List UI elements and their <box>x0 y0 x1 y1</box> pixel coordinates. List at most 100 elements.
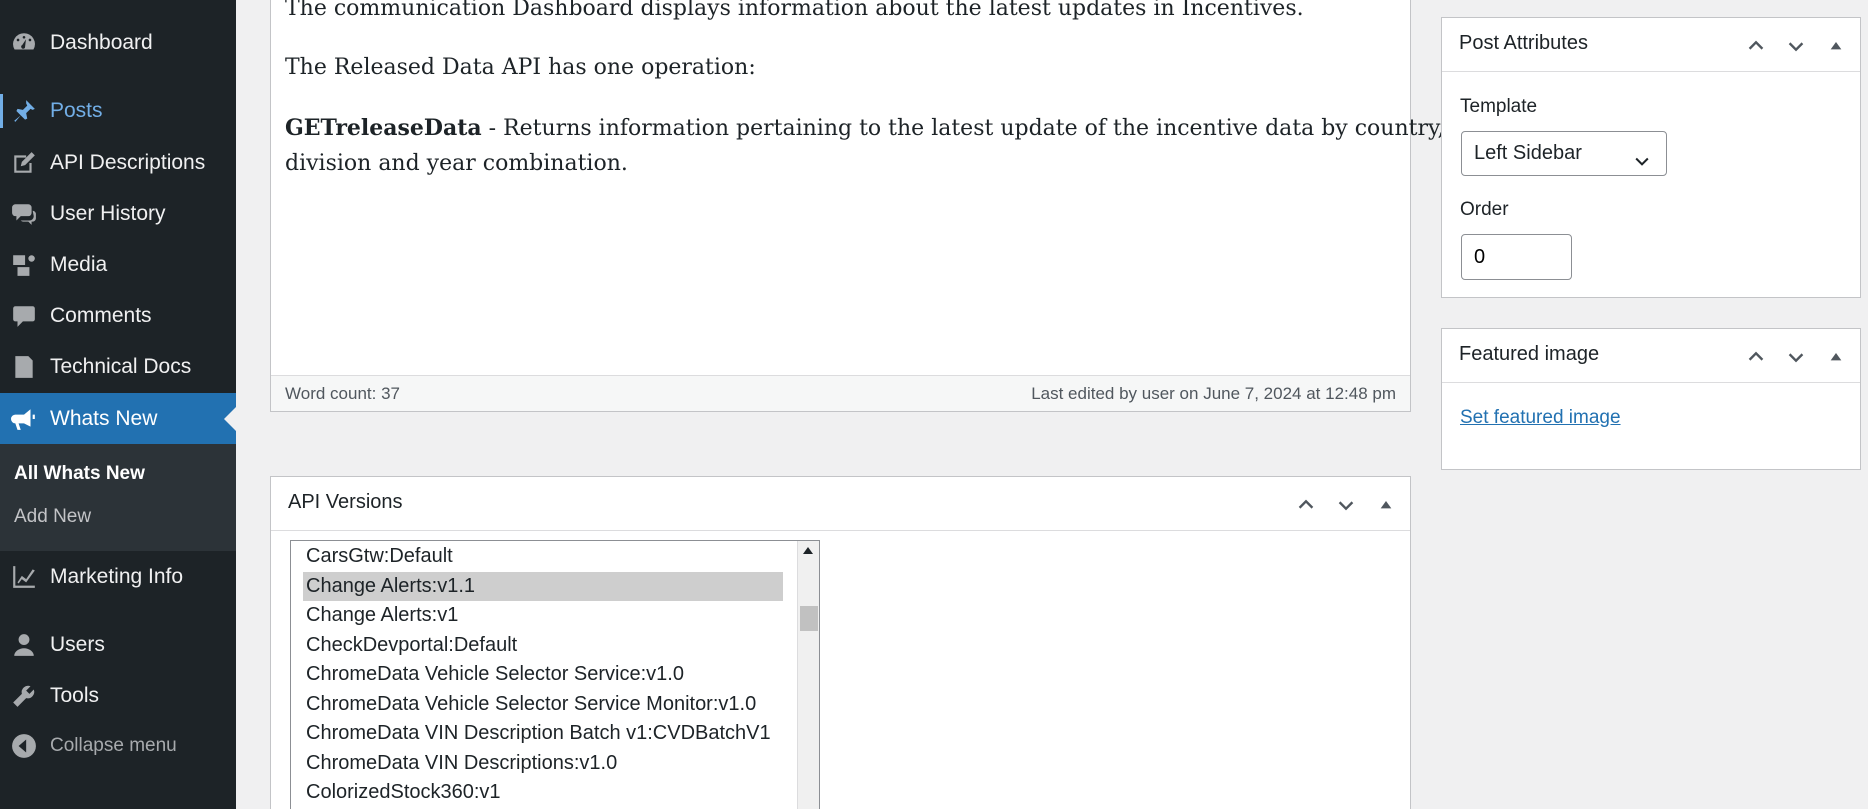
dashboard-icon <box>10 29 38 57</box>
chevron-up-icon <box>1298 499 1314 509</box>
post-attributes-box: Post Attributes Template Left Sidebar Or… <box>1441 17 1861 298</box>
postbox-header: API Versions <box>271 477 1410 531</box>
edit-icon <box>10 149 38 177</box>
postbox-title: Post Attributes <box>1459 32 1588 54</box>
sidebar-item-label: Posts <box>50 99 103 122</box>
editor-paragraph: division and year combination. <box>285 151 628 176</box>
editor-paragraph: GETreleaseData - Returns information per… <box>285 110 1444 147</box>
api-version-option[interactable]: ChromeData VIN Descriptions:v1.0 <box>303 749 783 778</box>
pushpin-icon <box>10 97 38 125</box>
triangle-up-icon <box>1830 42 1842 50</box>
api-version-option[interactable]: CheckDevportal:Default <box>303 631 783 660</box>
api-version-option[interactable]: CarsGtw:Default <box>303 542 783 571</box>
set-featured-image-link[interactable]: Set featured image <box>1460 407 1621 429</box>
admin-sidebar: Dashboard Posts API Descriptions User Hi… <box>0 0 236 809</box>
editor-paragraph: The Released Data API has one operation: <box>285 55 756 80</box>
collapse-menu-label: Collapse menu <box>50 735 177 756</box>
editor-paragraph: The communication Dashboard displays inf… <box>285 0 1304 21</box>
sidebar-item-whats-new[interactable]: Whats New <box>0 393 236 444</box>
sidebar-item-label: Users <box>50 633 105 656</box>
listbox-scrollbar[interactable] <box>797 541 819 809</box>
document-icon <box>10 353 38 381</box>
content-editor: The communication Dashboard displays inf… <box>270 0 1444 412</box>
sidebar-item-label: Tools <box>50 684 100 707</box>
last-edited: Last edited by user on June 7, 2024 at 1… <box>1031 384 1396 403</box>
move-down-button[interactable] <box>1778 343 1814 371</box>
collapse-arrow-icon <box>10 732 38 760</box>
word-count: Word count: 37 <box>285 384 400 403</box>
api-version-option[interactable]: Change Alerts:v1 <box>303 601 783 630</box>
sidebar-item-label: User History <box>50 202 166 225</box>
postbox-header: Featured image <box>1442 329 1860 383</box>
chevron-up-icon <box>1748 40 1764 50</box>
operation-description: - Returns information pertaining to the … <box>481 116 1445 141</box>
chevron-down-icon <box>1788 353 1804 363</box>
api-versions-box: API Versions CarsGtw:Default Change Aler… <box>270 476 1411 809</box>
sidebar-item-label: Dashboard <box>50 31 153 54</box>
move-up-button[interactable] <box>1738 343 1774 371</box>
sidebar-item-comments[interactable]: Comments <box>0 291 236 341</box>
operation-name: GETreleaseData <box>285 115 482 141</box>
handle-actions <box>1738 343 1854 371</box>
wrench-icon <box>10 682 38 710</box>
submenu-all-whats-new[interactable]: All Whats New <box>14 463 145 485</box>
chevron-down-icon <box>1338 501 1354 511</box>
sidebar-item-label: Media <box>50 253 108 276</box>
submenu-add-new[interactable]: Add New <box>14 506 91 528</box>
sidebar-item-technical-docs[interactable]: Technical Docs <box>0 342 236 392</box>
api-version-option[interactable]: ChromeData VIN Description Batch v1:CVDB… <box>303 719 783 748</box>
template-select[interactable]: Left Sidebar <box>1461 131 1667 176</box>
chat-bubbles-icon <box>10 200 38 228</box>
toggle-panel-button[interactable] <box>1818 343 1854 371</box>
chevron-down-icon <box>1788 42 1804 52</box>
megaphone-icon <box>10 405 38 433</box>
handle-actions <box>1288 491 1404 519</box>
handle-actions <box>1738 32 1854 60</box>
comment-icon <box>10 302 38 330</box>
move-down-button[interactable] <box>1328 491 1364 519</box>
api-versions-listbox[interactable]: CarsGtw:Default Change Alerts:v1.1 Chang… <box>290 540 820 809</box>
triangle-up-icon <box>1380 501 1392 509</box>
postbox-title: Featured image <box>1459 343 1600 365</box>
chart-line-icon <box>10 563 38 591</box>
user-icon <box>10 631 38 659</box>
sidebar-item-api-descriptions[interactable]: API Descriptions <box>0 138 236 188</box>
toggle-panel-button[interactable] <box>1818 32 1854 60</box>
featured-image-box: Featured image Set featured image <box>1441 328 1861 470</box>
sidebar-item-label: Technical Docs <box>50 355 192 378</box>
sidebar-item-dashboard[interactable]: Dashboard <box>0 18 236 68</box>
sidebar-item-media[interactable]: Media <box>0 240 236 290</box>
api-version-option[interactable]: ChromeData Vehicle Selector Service Moni… <box>303 690 783 719</box>
chevron-up-icon <box>1748 351 1764 361</box>
api-version-option-selected[interactable]: Change Alerts:v1.1 <box>303 572 783 601</box>
postbox-title: API Versions <box>288 491 403 513</box>
sidebar-item-posts[interactable]: Posts <box>0 86 236 136</box>
order-label: Order <box>1460 199 1509 220</box>
sidebar-item-tools[interactable]: Tools <box>0 671 236 721</box>
sidebar-item-marketing-info[interactable]: Marketing Info <box>0 552 236 602</box>
sidebar-item-label: Whats New <box>50 406 158 430</box>
collapse-menu-button[interactable]: Collapse menu <box>0 721 236 771</box>
triangle-up-icon <box>1830 353 1842 361</box>
scroll-up-arrow-icon[interactable] <box>803 547 813 554</box>
sidebar-item-users[interactable]: Users <box>0 620 236 670</box>
template-select-value: Left Sidebar <box>1474 142 1582 164</box>
api-version-option[interactable]: ChromeData Vehicle Selector Service:v1.0 <box>303 660 783 689</box>
chevron-down-icon <box>1632 144 1652 187</box>
sidebar-item-user-history[interactable]: User History <box>0 189 236 239</box>
template-label: Template <box>1460 96 1538 117</box>
move-up-button[interactable] <box>1288 491 1324 519</box>
move-down-button[interactable] <box>1778 32 1814 60</box>
whats-new-submenu: All Whats New Add New <box>0 444 236 551</box>
sidebar-item-label: API Descriptions <box>50 151 206 174</box>
media-icon <box>10 251 38 279</box>
sidebar-item-label: Comments <box>50 304 152 327</box>
move-up-button[interactable] <box>1738 32 1774 60</box>
scrollbar-thumb[interactable] <box>800 606 818 631</box>
order-input[interactable] <box>1461 234 1572 280</box>
editor-statusbar: Word count: 37 Last edited by user on Ju… <box>271 375 1410 411</box>
sidebar-item-label: Marketing Info <box>50 565 184 588</box>
postbox-header: Post Attributes <box>1442 18 1860 72</box>
toggle-panel-button[interactable] <box>1368 491 1404 519</box>
api-version-option[interactable]: ColorizedStock360:v1 <box>303 778 783 807</box>
